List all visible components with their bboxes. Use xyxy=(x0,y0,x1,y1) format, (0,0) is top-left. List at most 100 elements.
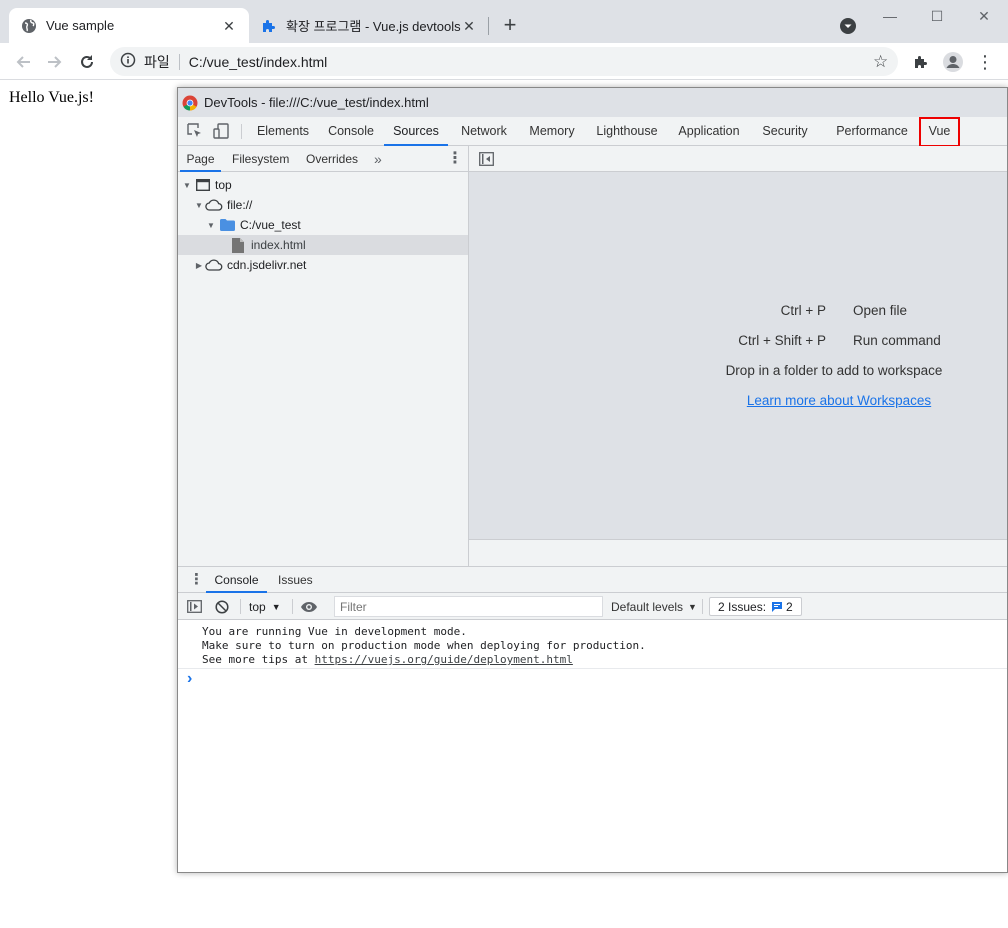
tab-console[interactable]: Console xyxy=(321,117,381,146)
context-label: top xyxy=(249,599,266,614)
editor-status-bar xyxy=(469,539,1007,566)
new-tab-button[interactable]: + xyxy=(497,13,523,39)
drawer-menu-icon[interactable]: ⋮ xyxy=(189,572,204,587)
reload-button[interactable] xyxy=(74,49,100,75)
issues-count: 2 xyxy=(786,599,793,614)
omnibox[interactable]: 파일 C:/vue_test/index.html ☆ xyxy=(110,47,898,76)
minimize-icon[interactable]: — xyxy=(867,4,913,28)
live-expression-eye-icon[interactable] xyxy=(300,593,318,620)
device-toolbar-icon[interactable] xyxy=(213,123,229,139)
tab-vue-sample[interactable]: Vue sample ✕ xyxy=(9,8,249,43)
tab-security[interactable]: Security xyxy=(756,117,814,146)
url-text[interactable]: C:/vue_test/index.html xyxy=(189,54,328,70)
log-levels-dropdown[interactable]: Default levels ▼ xyxy=(611,593,697,620)
subtab-overrides[interactable]: Overrides xyxy=(306,146,358,172)
tree-item-top[interactable]: ▼ top xyxy=(178,175,468,195)
dropdown-arrow-icon: ▼ xyxy=(271,601,281,612)
shortcut-label-open-file: Open file xyxy=(853,303,908,318)
devtools-title: DevTools - file:///C:/vue_test/index.htm… xyxy=(204,95,429,110)
inspect-element-icon[interactable] xyxy=(187,123,203,139)
devtools-panel-tabs: Elements Console Sources Network Memory … xyxy=(178,117,1007,146)
tab-sources[interactable]: Sources xyxy=(384,117,448,146)
toggle-navigator-icon[interactable] xyxy=(479,152,494,166)
shortcut-key-open-file: Ctrl + P xyxy=(780,303,826,318)
more-tabs-chevron-icon[interactable]: » xyxy=(374,146,382,172)
devtools-window: DevTools - file:///C:/vue_test/index.htm… xyxy=(177,87,1008,873)
page-body-text: Hello Vue.js! xyxy=(9,89,94,106)
workspace-hint: Drop in a folder to add to workspace xyxy=(725,363,943,378)
tab-application[interactable]: Application xyxy=(674,117,744,146)
console-filter-input[interactable] xyxy=(334,596,603,617)
tree-item-file-origin[interactable]: ▼ file:// xyxy=(178,195,468,215)
tab-lighthouse[interactable]: Lighthouse xyxy=(590,117,664,146)
drawer-tab-console[interactable]: Console xyxy=(206,567,267,593)
tab-vue-devtools-extension[interactable]: 확장 프로그램 - Vue.js devtools ✕ xyxy=(249,8,489,43)
close-tab-icon[interactable]: ✕ xyxy=(461,18,477,34)
shortcut-key-run-command: Ctrl + Shift + P xyxy=(738,333,826,348)
context-selector[interactable]: top ▼ xyxy=(249,593,281,620)
forward-button[interactable] xyxy=(42,49,68,75)
maximize-icon[interactable]: ☐ xyxy=(914,4,960,28)
console-line: Make sure to turn on production mode whe… xyxy=(202,639,646,652)
reload-icon xyxy=(81,55,93,68)
close-window-icon[interactable]: ✕ xyxy=(961,4,1007,28)
workspace-help-link[interactable]: Learn more about Workspaces xyxy=(709,393,969,408)
kebab-menu-icon[interactable]: ⋮ xyxy=(447,146,463,172)
site-info-icon[interactable] xyxy=(120,52,136,71)
tree-label: C:/vue_test xyxy=(240,218,301,232)
close-tab-icon[interactable]: ✕ xyxy=(221,18,237,34)
console-toolbar: top ▼ Default levels ▼ 2 Issues: 2 xyxy=(178,593,1007,620)
tab-performance[interactable]: Performance xyxy=(832,117,912,146)
toolbar-divider xyxy=(240,599,241,614)
tree-item-index-html[interactable]: index.html xyxy=(178,235,468,255)
cloud-icon xyxy=(205,199,223,211)
chrome-menu-icon[interactable]: ⋮ xyxy=(972,49,998,75)
profile-button[interactable] xyxy=(940,49,966,75)
console-line: See more tips at xyxy=(202,653,315,666)
tree-label: index.html xyxy=(251,238,306,252)
toolbar-divider xyxy=(702,599,703,614)
tab-divider xyxy=(488,17,489,35)
omnibox-divider xyxy=(178,53,180,70)
console-line: You are running Vue in development mode. xyxy=(202,625,467,638)
expanded-triangle-icon: ▼ xyxy=(195,200,203,210)
tree-label: cdn.jsdelivr.net xyxy=(227,258,307,272)
navigator-tabs: Page Filesystem Overrides » ⋮ xyxy=(178,146,468,172)
protocol-label: 파일 xyxy=(144,53,170,70)
tab-network[interactable]: Network xyxy=(454,117,514,146)
issues-counter-button[interactable]: 2 Issues: 2 xyxy=(709,597,802,616)
extensions-button[interactable] xyxy=(908,49,934,75)
tab-memory[interactable]: Memory xyxy=(523,117,581,146)
tab-search-icon[interactable] xyxy=(839,17,857,35)
drawer-tab-issues[interactable]: Issues xyxy=(278,567,313,593)
sources-editor-placeholder: Ctrl + P Open file Ctrl + Shift + P Run … xyxy=(469,146,1007,566)
tree-item-cdn[interactable]: ▶ cdn.jsdelivr.net xyxy=(178,255,468,275)
sources-navigator: Page Filesystem Overrides » ⋮ ▼ top ▼ fi… xyxy=(178,146,469,566)
subtab-page[interactable]: Page xyxy=(180,146,221,172)
tab-title: 확장 프로그램 - Vue.js devtools xyxy=(286,19,461,34)
shortcut-label-run-command: Run command xyxy=(853,333,941,348)
frame-icon xyxy=(196,179,210,191)
puzzle-icon xyxy=(261,18,277,34)
clear-console-icon[interactable] xyxy=(215,593,229,620)
message-divider xyxy=(178,668,1007,669)
toolbar-divider xyxy=(292,599,293,614)
subtab-filesystem[interactable]: Filesystem xyxy=(232,146,289,172)
globe-icon xyxy=(21,18,37,34)
chrome-logo-icon xyxy=(182,95,198,111)
expanded-triangle-icon: ▼ xyxy=(207,220,215,230)
issues-label: 2 Issues: xyxy=(718,599,767,614)
bookmark-star-icon[interactable]: ☆ xyxy=(873,53,888,70)
back-button[interactable] xyxy=(10,49,36,75)
deployment-tips-link[interactable]: https://vuejs.org/guide/deployment.html xyxy=(315,653,573,666)
console-output: You are running Vue in development mode.… xyxy=(178,620,1007,872)
show-sidebar-icon[interactable] xyxy=(187,593,202,620)
tree-item-folder[interactable]: ▼ C:/vue_test xyxy=(178,215,468,235)
issue-message-icon xyxy=(771,601,783,613)
back-arrow-icon xyxy=(16,56,30,68)
puzzle-icon xyxy=(915,56,927,68)
console-message: You are running Vue in development mode.… xyxy=(202,625,646,667)
dropdown-arrow-icon: ▼ xyxy=(688,601,697,612)
console-prompt-icon[interactable]: › xyxy=(187,670,192,688)
tab-elements[interactable]: Elements xyxy=(251,117,315,146)
